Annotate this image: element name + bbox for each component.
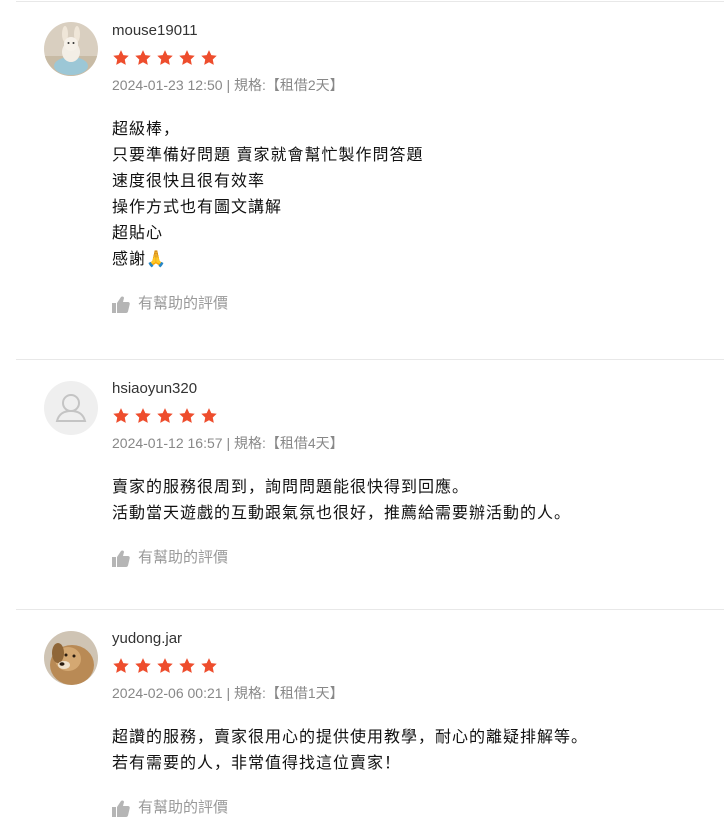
thumbs-up-icon [112, 549, 130, 567]
star-icon [135, 408, 151, 423]
review-line: 操作方式也有圖文講解 [112, 199, 283, 216]
star-icon [179, 50, 195, 65]
variation-spec: 規格:【租借4天】 [233, 435, 344, 451]
avatar[interactable] [44, 631, 98, 685]
star-icon [201, 50, 217, 65]
variation-spec: 規格:【租借1天】 [233, 685, 344, 701]
review-item: mouse19011 2024-01-23 12:50 | 規格:【租借2天】 … [16, 2, 724, 360]
avatar[interactable] [44, 381, 98, 435]
helpful-button[interactable]: 有幫助的評價 [112, 547, 714, 569]
review-meta: 2024-01-23 12:50 | 規格:【租借2天】 [112, 75, 714, 95]
avatar[interactable] [44, 22, 98, 76]
meta-separator: | [226, 685, 231, 701]
meta-separator: | [226, 77, 231, 93]
review-line: 感謝🙏 [112, 251, 167, 268]
review-date: 2024-02-06 00:21 [112, 685, 223, 701]
star-icon [157, 408, 173, 423]
star-icon [113, 50, 129, 65]
helpful-button[interactable]: 有幫助的評價 [112, 797, 714, 819]
review-meta: 2024-01-12 16:57 | 規格:【租借4天】 [112, 433, 714, 453]
star-icon [135, 50, 151, 65]
review-line: 若有需要的人，非常值得找這位賣家！ [112, 755, 402, 772]
variation-spec: 規格:【租借2天】 [233, 77, 344, 93]
thumbs-up-icon [112, 799, 130, 817]
meta-separator: | [226, 435, 231, 451]
star-icon [135, 658, 151, 673]
star-icon [179, 658, 195, 673]
helpful-label: 有幫助的評價 [138, 799, 229, 816]
review-text: 超讚的服務，賣家很用心的提供使用教學，耐心的離疑排解等。 若有需要的人，非常值得… [112, 725, 714, 777]
username[interactable]: mouse19011 [112, 22, 714, 40]
review-item: yudong.jar 2024-02-06 00:21 | 規格:【租借1天】 … [16, 610, 724, 829]
review-line: 超貼心 [112, 225, 164, 242]
review-line: 活動當天遊戲的互動跟氣氛也很好，推薦給需要辦活動的人。 [112, 505, 572, 522]
helpful-label: 有幫助的評價 [138, 549, 229, 566]
review-line: 超級棒， [112, 121, 181, 138]
review-line: 賣家的服務很周到，詢問問題能很快得到回應。 [112, 479, 470, 496]
default-user-avatar-icon [44, 381, 98, 435]
star-icon [201, 658, 217, 673]
star-icon [157, 658, 173, 673]
helpful-label: 有幫助的評價 [138, 295, 229, 312]
star-icon [179, 408, 195, 423]
review-item: hsiaoyun320 2024-01-12 16:57 | 規格:【租借4天】… [16, 360, 724, 610]
rabbit-figurine-avatar-icon [44, 22, 98, 76]
review-meta: 2024-02-06 00:21 | 規格:【租借1天】 [112, 683, 714, 703]
star-rating [112, 407, 714, 427]
review-line: 超讚的服務，賣家很用心的提供使用教學，耐心的離疑排解等。 [112, 729, 589, 746]
star-icon [157, 50, 173, 65]
thumbs-up-icon [112, 295, 130, 313]
username[interactable]: yudong.jar [112, 630, 714, 648]
star-icon [113, 658, 129, 673]
username[interactable]: hsiaoyun320 [112, 380, 714, 398]
review-text: 賣家的服務很周到，詢問問題能很快得到回應。 活動當天遊戲的互動跟氣氛也很好，推薦… [112, 475, 714, 527]
review-line: 速度很快且很有效率 [112, 173, 266, 190]
star-icon [113, 408, 129, 423]
review-date: 2024-01-23 12:50 [112, 77, 223, 93]
dog-photo-avatar-icon [44, 631, 98, 685]
star-icon [201, 408, 217, 423]
star-rating [112, 657, 714, 677]
review-text: 超級棒， 只要準備好問題 賣家就會幫忙製作問答題 速度很快且很有效率 操作方式也… [112, 117, 714, 273]
star-rating [112, 49, 714, 69]
review-date: 2024-01-12 16:57 [112, 435, 223, 451]
helpful-button[interactable]: 有幫助的評價 [112, 293, 714, 315]
review-line: 只要準備好問題 賣家就會幫忙製作問答題 [112, 147, 424, 164]
